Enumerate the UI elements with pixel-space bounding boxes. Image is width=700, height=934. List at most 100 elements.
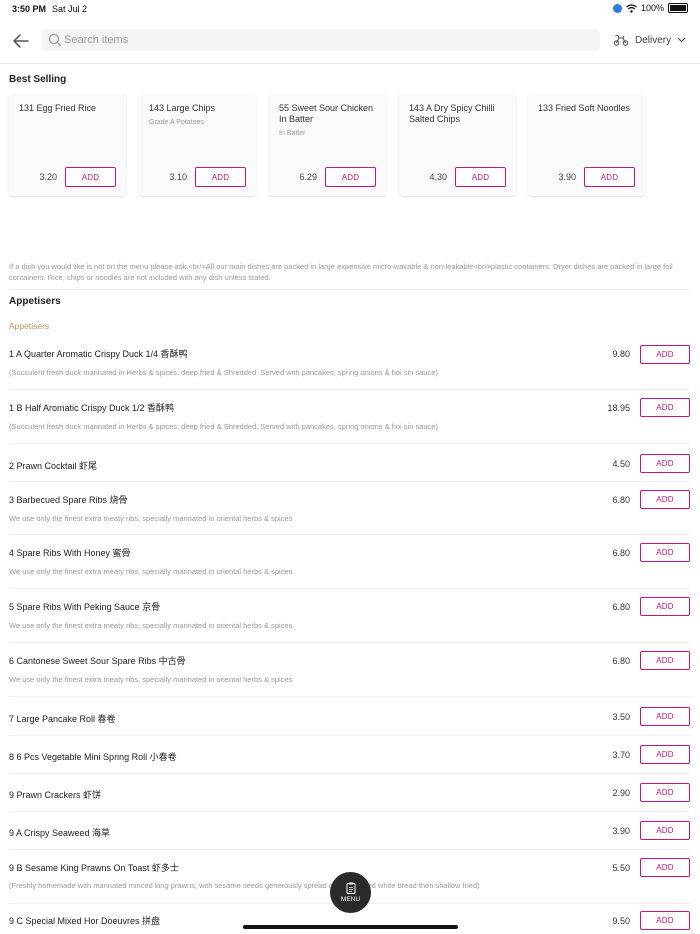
menu-item-description: (Succulent fresh duck marinated in Herbs… bbox=[9, 368, 438, 377]
menu-item-price: 2.90 bbox=[612, 788, 630, 798]
add-button[interactable]: ADD bbox=[65, 167, 116, 187]
menu-item-description: We use only the finest extra meaty ribs,… bbox=[9, 567, 293, 576]
product-name: 131 Egg Fried Rice bbox=[19, 103, 97, 113]
menu-item-row[interactable]: 9 Prawn Crackers 虾饼 2.90 ADD bbox=[9, 774, 690, 812]
add-button[interactable]: ADD bbox=[455, 167, 506, 187]
product-name: 55 Sweet Sour Chicken In Batter bbox=[279, 103, 374, 124]
search-bar[interactable] bbox=[42, 29, 600, 51]
menu-item-price: 9.50 bbox=[612, 916, 630, 926]
product-price: 3.20 bbox=[39, 172, 57, 182]
search-input[interactable] bbox=[64, 29, 584, 51]
menu-item-name: 7 Large Pancake Roll 春卷 bbox=[9, 714, 116, 724]
status-indicators: 100% bbox=[612, 3, 688, 13]
menu-item-name: 1 B Half Aromatic Crispy Duck 1/2 香酥鸭 bbox=[9, 403, 175, 413]
add-button[interactable]: ADD bbox=[640, 398, 690, 417]
menu-item-row[interactable]: 5 Spare Ribs With Peking Sauce 京骨 We use… bbox=[9, 589, 690, 643]
add-button[interactable]: ADD bbox=[640, 454, 690, 473]
wifi-icon bbox=[626, 3, 637, 13]
menu-item-price: 6.80 bbox=[612, 602, 630, 612]
best-selling-card[interactable]: 143 Large Chips Grade A Potatoes 3.10 AD… bbox=[139, 93, 256, 196]
menu-item-name: 5 Spare Ribs With Peking Sauce 京骨 bbox=[9, 602, 161, 612]
product-name: 143 A Dry Spicy Chilli Salted Chips bbox=[409, 103, 495, 124]
product-price: 3.90 bbox=[558, 172, 576, 182]
add-button[interactable]: ADD bbox=[195, 167, 246, 187]
menu-item-name: 9 Prawn Crackers 虾饼 bbox=[9, 790, 102, 800]
best-selling-card[interactable]: 131 Egg Fried Rice 3.20 ADD bbox=[9, 93, 126, 196]
status-bar: 3:50 PM Sat Jul 2 100% bbox=[0, 0, 700, 18]
add-button[interactable]: ADD bbox=[640, 597, 690, 616]
menu-item-description: We use only the finest extra meaty ribs,… bbox=[9, 514, 293, 523]
menu-item-name: 4 Spare Ribs With Honey 蜜骨 bbox=[9, 548, 131, 558]
menu-item-price: 3.70 bbox=[612, 750, 630, 760]
menu-item-name: 3 Barbecued Spare Ribs 烧骨 bbox=[9, 495, 128, 505]
add-button[interactable]: ADD bbox=[584, 167, 635, 187]
menu-item-name: 1 A Quarter Aromatic Crispy Duck 1/4 香酥鸭 bbox=[9, 349, 188, 359]
menu-item-price: 6.80 bbox=[612, 656, 630, 666]
menu-item-price: 6.80 bbox=[612, 548, 630, 558]
status-time: 3:50 PM bbox=[12, 4, 47, 14]
menu-item-price: 3.90 bbox=[612, 826, 630, 836]
product-price: 6.29 bbox=[299, 172, 317, 182]
menu-item-description: (Succulent fresh duck marinated in Herbs… bbox=[9, 422, 438, 431]
add-button[interactable]: ADD bbox=[640, 543, 690, 562]
add-button[interactable]: ADD bbox=[640, 783, 690, 802]
menu-item-row[interactable]: 2 Prawn Cocktail 虾尾 4.50 ADD bbox=[9, 444, 690, 482]
menu-item-description: (Freshly homemade with marinated minced … bbox=[9, 881, 480, 890]
menu-item-row[interactable]: 4 Spare Ribs With Honey 蜜骨 We use only t… bbox=[9, 535, 690, 589]
add-button[interactable]: ADD bbox=[640, 911, 690, 930]
menu-item-price: 3.50 bbox=[612, 712, 630, 722]
best-selling-card[interactable]: 143 A Dry Spicy Chilli Salted Chips 4.30… bbox=[399, 93, 516, 196]
add-button[interactable]: ADD bbox=[325, 167, 376, 187]
menu-item-row[interactable]: 7 Large Pancake Roll 春卷 3.50 ADD bbox=[9, 697, 690, 736]
menu-item-price: 18.95 bbox=[607, 403, 630, 413]
subcategory-label: Appetisers bbox=[9, 321, 50, 331]
product-price: 4.30 bbox=[429, 172, 447, 182]
menu-item-name: 8 6 Pcs Vegetable Mini Spring Roll 小春卷 bbox=[9, 752, 177, 762]
menu-item-name: 9 C Special Mixed Hor Doeuvres 拼盘 bbox=[9, 916, 161, 926]
menu-item-price: 9.80 bbox=[612, 349, 630, 359]
add-button[interactable]: ADD bbox=[640, 651, 690, 670]
product-subtitle: In Batter bbox=[279, 130, 306, 137]
menu-item-price: 6.80 bbox=[612, 495, 630, 505]
menu-item-row[interactable]: 1 B Half Aromatic Crispy Duck 1/2 香酥鸭 (S… bbox=[9, 390, 690, 444]
add-button[interactable]: ADD bbox=[640, 490, 690, 509]
add-button[interactable]: ADD bbox=[640, 745, 690, 764]
product-price: 3.10 bbox=[169, 172, 187, 182]
menu-item-price: 5.50 bbox=[612, 863, 630, 873]
menu-item-row[interactable]: 9 A Crispy Seaweed 海草 3.90 ADD bbox=[9, 812, 690, 850]
menu-item-row[interactable]: 6 Cantonese Sweet Sour Spare Ribs 中古骨 We… bbox=[9, 643, 690, 697]
delivery-selector[interactable]: Delivery bbox=[613, 31, 686, 49]
location-icon bbox=[612, 3, 622, 13]
divider bbox=[9, 289, 690, 290]
header: Delivery bbox=[0, 24, 700, 64]
battery-percentage: 100% bbox=[640, 3, 664, 13]
appetisers-title: Appetisers bbox=[9, 296, 61, 307]
best-selling-card[interactable]: 55 Sweet Sour Chicken In Batter In Batte… bbox=[269, 93, 386, 196]
menu-item-description: We use only the finest extra meaty ribs,… bbox=[9, 675, 293, 684]
menu-item-name: 6 Cantonese Sweet Sour Spare Ribs 中古骨 bbox=[9, 656, 186, 666]
battery-icon bbox=[668, 3, 688, 13]
scooter-icon bbox=[613, 34, 629, 46]
best-selling-title: Best Selling bbox=[9, 74, 67, 85]
menu-info-text: If a dish you would like is not on the m… bbox=[9, 262, 673, 282]
menu-item-row[interactable]: 1 A Quarter Aromatic Crispy Duck 1/4 香酥鸭… bbox=[9, 340, 690, 390]
menu-item-name: 9 B Sesame King Prawns On Toast 虾多士 bbox=[9, 863, 179, 873]
add-button[interactable]: ADD bbox=[640, 858, 690, 877]
menu-item-row[interactable]: 3 Barbecued Spare Ribs 烧骨 We use only th… bbox=[9, 482, 690, 535]
menu-item-name: 9 A Crispy Seaweed 海草 bbox=[9, 828, 111, 838]
add-button[interactable]: ADD bbox=[640, 821, 690, 840]
back-arrow-icon[interactable] bbox=[10, 30, 32, 52]
menu-item-name: 2 Prawn Cocktail 虾尾 bbox=[9, 461, 98, 471]
home-indicator[interactable] bbox=[243, 925, 458, 929]
product-subtitle: Grade A Potatoes bbox=[149, 119, 204, 126]
product-name: 143 Large Chips bbox=[149, 103, 216, 113]
menu-button[interactable]: MENU bbox=[330, 872, 371, 913]
delivery-label: Delivery bbox=[635, 34, 672, 46]
menu-item-description: We use only the finest extra meaty ribs,… bbox=[9, 621, 293, 630]
best-selling-card[interactable]: 133 Fried Soft Noodles 3.90 ADD bbox=[528, 93, 645, 196]
search-icon bbox=[48, 33, 62, 47]
menu-item-row[interactable]: 8 6 Pcs Vegetable Mini Spring Roll 小春卷 3… bbox=[9, 736, 690, 774]
menu-button-label: MENU bbox=[340, 896, 361, 903]
add-button[interactable]: ADD bbox=[640, 345, 690, 364]
add-button[interactable]: ADD bbox=[640, 707, 690, 726]
